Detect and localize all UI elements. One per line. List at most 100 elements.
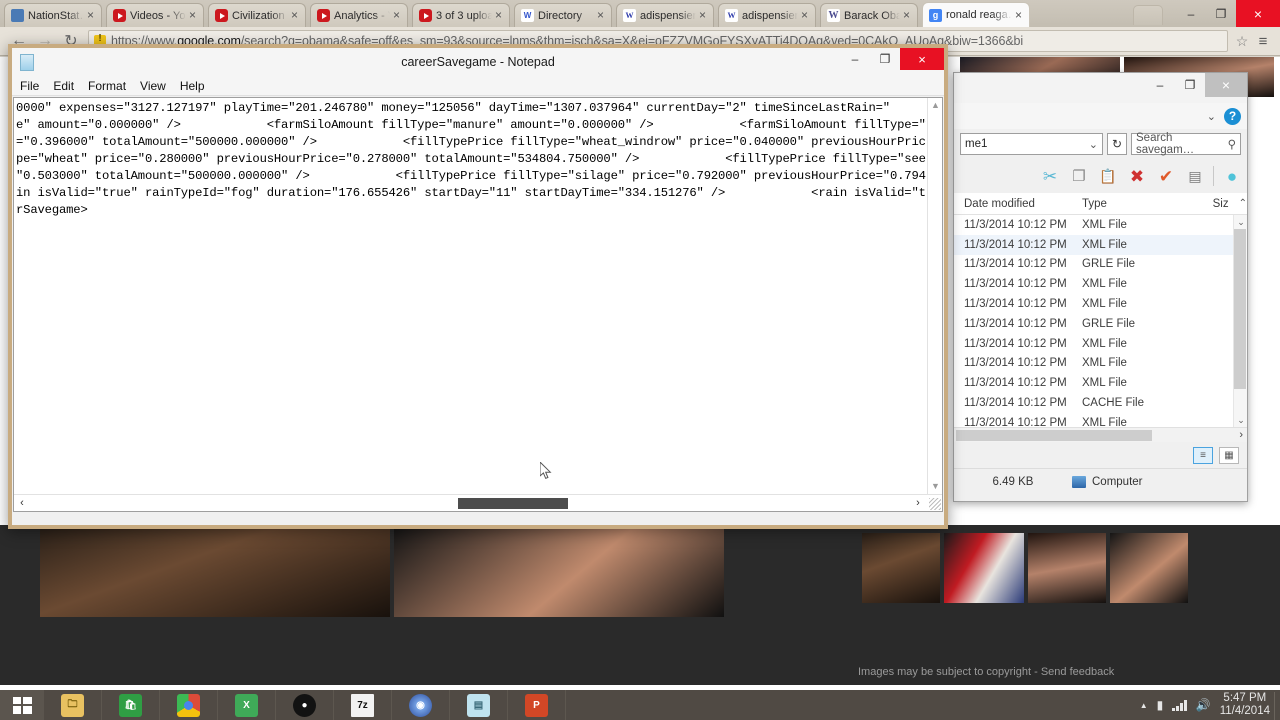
column-header-date-modified[interactable]: Date modified xyxy=(964,198,1082,210)
show-hidden-icons-icon[interactable]: ▲ xyxy=(1140,701,1148,710)
table-row[interactable]: 11/3/2014 10:12 PM XML File xyxy=(954,274,1247,294)
scroll-down-icon[interactable]: ⌄ xyxy=(1234,413,1247,427)
delete-icon[interactable]: ✖ xyxy=(1126,168,1148,185)
scroll-right-icon[interactable]: › xyxy=(1239,428,1243,443)
bookmark-star-icon[interactable]: ☆ xyxy=(1232,33,1252,50)
browser-tab-4[interactable]: 3 of 3 uploa… × xyxy=(412,3,510,27)
scroll-thumb[interactable] xyxy=(956,430,1152,441)
scroll-right-icon[interactable]: › xyxy=(910,495,926,512)
column-header-size[interactable]: Siz xyxy=(1213,198,1239,210)
menu-item-format[interactable]: Format xyxy=(88,79,126,93)
taskbar-item-powerpoint-app[interactable]: P xyxy=(508,690,566,720)
show-desktop-button[interactable] xyxy=(1274,692,1280,720)
scroll-thumb[interactable] xyxy=(1234,229,1246,389)
tab-close-icon[interactable]: × xyxy=(900,9,913,22)
menu-item-edit[interactable]: Edit xyxy=(53,79,74,93)
taskbar-item-7zip-app[interactable]: 7z xyxy=(334,690,392,720)
taskbar-item-notepad-app[interactable]: ▤ xyxy=(450,690,508,720)
image-result[interactable] xyxy=(944,533,1024,603)
scroll-up-icon[interactable]: ⌄ xyxy=(1234,215,1247,229)
close-button[interactable]: × xyxy=(1236,0,1280,27)
table-row[interactable]: 11/3/2014 10:12 PM XML File xyxy=(954,234,1247,255)
tab-close-icon[interactable]: × xyxy=(390,9,403,22)
browser-tab-2[interactable]: Civilization × xyxy=(208,3,306,27)
browser-tab-3[interactable]: Analytics - Y… × xyxy=(310,3,408,27)
chevron-down-icon[interactable]: ⌄ xyxy=(1089,138,1098,151)
notepad-horizontal-scrollbar[interactable]: ‹ › xyxy=(14,494,942,511)
tab-close-icon[interactable]: × xyxy=(288,9,301,22)
explorer-maximize-button[interactable]: ❐ xyxy=(1175,73,1205,97)
table-row[interactable]: 11/3/2014 10:12 PM XML File xyxy=(954,354,1247,374)
minimize-button[interactable]: – xyxy=(1176,0,1206,27)
table-row[interactable]: 11/3/2014 10:12 PM GRLE File xyxy=(954,314,1247,334)
explorer-horizontal-scrollbar[interactable]: › xyxy=(954,427,1247,442)
image-result[interactable] xyxy=(1028,533,1106,603)
help-icon[interactable]: ? xyxy=(1224,107,1241,125)
tab-close-icon[interactable]: × xyxy=(696,9,709,22)
table-row[interactable]: 11/3/2014 10:12 PM XML File xyxy=(954,334,1247,354)
table-row[interactable]: 11/3/2014 10:12 PM XML File xyxy=(954,215,1247,235)
column-header-type[interactable]: Type xyxy=(1082,198,1213,210)
browser-tab-1[interactable]: Videos - You… × xyxy=(106,3,204,27)
cut-icon[interactable]: ✂ xyxy=(1039,168,1061,185)
notepad-minimize-button[interactable]: – xyxy=(840,48,870,70)
address-path-field[interactable]: me1 ⌄ xyxy=(960,133,1103,155)
menu-item-view[interactable]: View xyxy=(140,79,166,93)
table-row[interactable]: 11/3/2014 10:12 PM GRLE File xyxy=(954,255,1247,275)
table-row[interactable]: 11/3/2014 10:12 PM XML File xyxy=(954,413,1247,427)
taskbar-item-store-app[interactable]: 🛍 xyxy=(102,690,160,720)
explorer-file-list[interactable]: 11/3/2014 10:12 PM XML File 11/3/2014 10:… xyxy=(954,215,1247,427)
view-details-button[interactable]: ≡ xyxy=(1193,446,1213,464)
copy-icon[interactable]: ❐ xyxy=(1068,169,1090,184)
notepad-title-bar[interactable]: careerSavegame - Notepad – ❐ × xyxy=(12,48,944,76)
taskbar-item-google-chrome[interactable] xyxy=(160,690,218,720)
tab-close-icon[interactable]: × xyxy=(492,9,505,22)
browser-tab-9[interactable]: g ronald reaga… × xyxy=(922,2,1030,27)
tab-close-icon[interactable]: × xyxy=(186,9,199,22)
new-tab-button[interactable] xyxy=(1133,5,1163,25)
notepad-close-button[interactable]: × xyxy=(900,48,944,70)
refresh-icon[interactable]: ↻ xyxy=(1107,133,1127,155)
scroll-left-icon[interactable]: ‹ xyxy=(14,495,30,512)
browser-tab-7[interactable]: W adispensien… × xyxy=(718,3,816,27)
explorer-minimize-button[interactable]: – xyxy=(1145,73,1175,97)
taskbar-item-media-player[interactable]: ◉ xyxy=(392,690,450,720)
explorer-search-input[interactable]: Search savegam… ⚲ xyxy=(1131,132,1241,156)
network-signal-icon[interactable] xyxy=(1172,699,1187,711)
menu-item-file[interactable]: File xyxy=(20,79,39,93)
tab-close-icon[interactable]: × xyxy=(798,9,811,22)
taskbar-clock[interactable]: 5:47 PM 11/4/2014 xyxy=(1220,692,1270,718)
view-icons-button[interactable]: ▦ xyxy=(1219,446,1239,464)
explorer-vertical-scrollbar[interactable]: ⌄ ⌄ xyxy=(1233,215,1247,427)
maximize-button[interactable]: ❐ xyxy=(1206,0,1236,27)
scroll-up-icon[interactable]: ▲ xyxy=(928,98,943,112)
notepad-maximize-button[interactable]: ❐ xyxy=(870,48,900,70)
browser-tab-5[interactable]: W Directory × xyxy=(514,3,612,27)
image-result[interactable] xyxy=(1110,533,1188,603)
taskbar-item-file-explorer[interactable]: 🗀 xyxy=(44,690,102,720)
tab-close-icon[interactable]: × xyxy=(594,9,607,22)
chrome-menu-icon[interactable]: ≡ xyxy=(1252,33,1274,50)
browser-tab-0[interactable]: NationStat… × xyxy=(4,3,102,27)
rename-icon[interactable]: ▤ xyxy=(1184,169,1206,183)
image-result[interactable] xyxy=(862,533,940,603)
send-feedback-link[interactable]: Send feedback xyxy=(1041,666,1114,678)
notepad-text-content[interactable]: 0000" expenses="3127.127197" playTime="2… xyxy=(16,100,926,219)
taskbar-item-obs-studio[interactable]: ● xyxy=(276,690,334,720)
browser-tab-8[interactable]: W Barack Oba… × xyxy=(820,3,918,27)
tab-close-icon[interactable]: × xyxy=(1012,9,1025,22)
image-result[interactable] xyxy=(394,527,724,617)
browser-tab-6[interactable]: W adispensien… × xyxy=(616,3,714,27)
image-result[interactable] xyxy=(40,527,390,617)
battery-icon[interactable]: ▮ xyxy=(1157,698,1164,712)
tab-close-icon[interactable]: × xyxy=(84,9,97,22)
table-row[interactable]: 11/3/2014 10:12 PM XML File xyxy=(954,373,1247,393)
resize-grip[interactable] xyxy=(929,498,941,510)
table-row[interactable]: 11/3/2014 10:12 PM CACHE File xyxy=(954,393,1247,413)
taskbar-item-excel-app[interactable]: X xyxy=(218,690,276,720)
properties-icon[interactable]: ● xyxy=(1221,168,1243,185)
scroll-thumb[interactable] xyxy=(458,498,568,509)
table-row[interactable]: 11/3/2014 10:12 PM XML File xyxy=(954,294,1247,314)
explorer-close-button[interactable]: × xyxy=(1205,73,1247,97)
chevron-down-icon[interactable]: ⌄ xyxy=(1207,110,1216,123)
